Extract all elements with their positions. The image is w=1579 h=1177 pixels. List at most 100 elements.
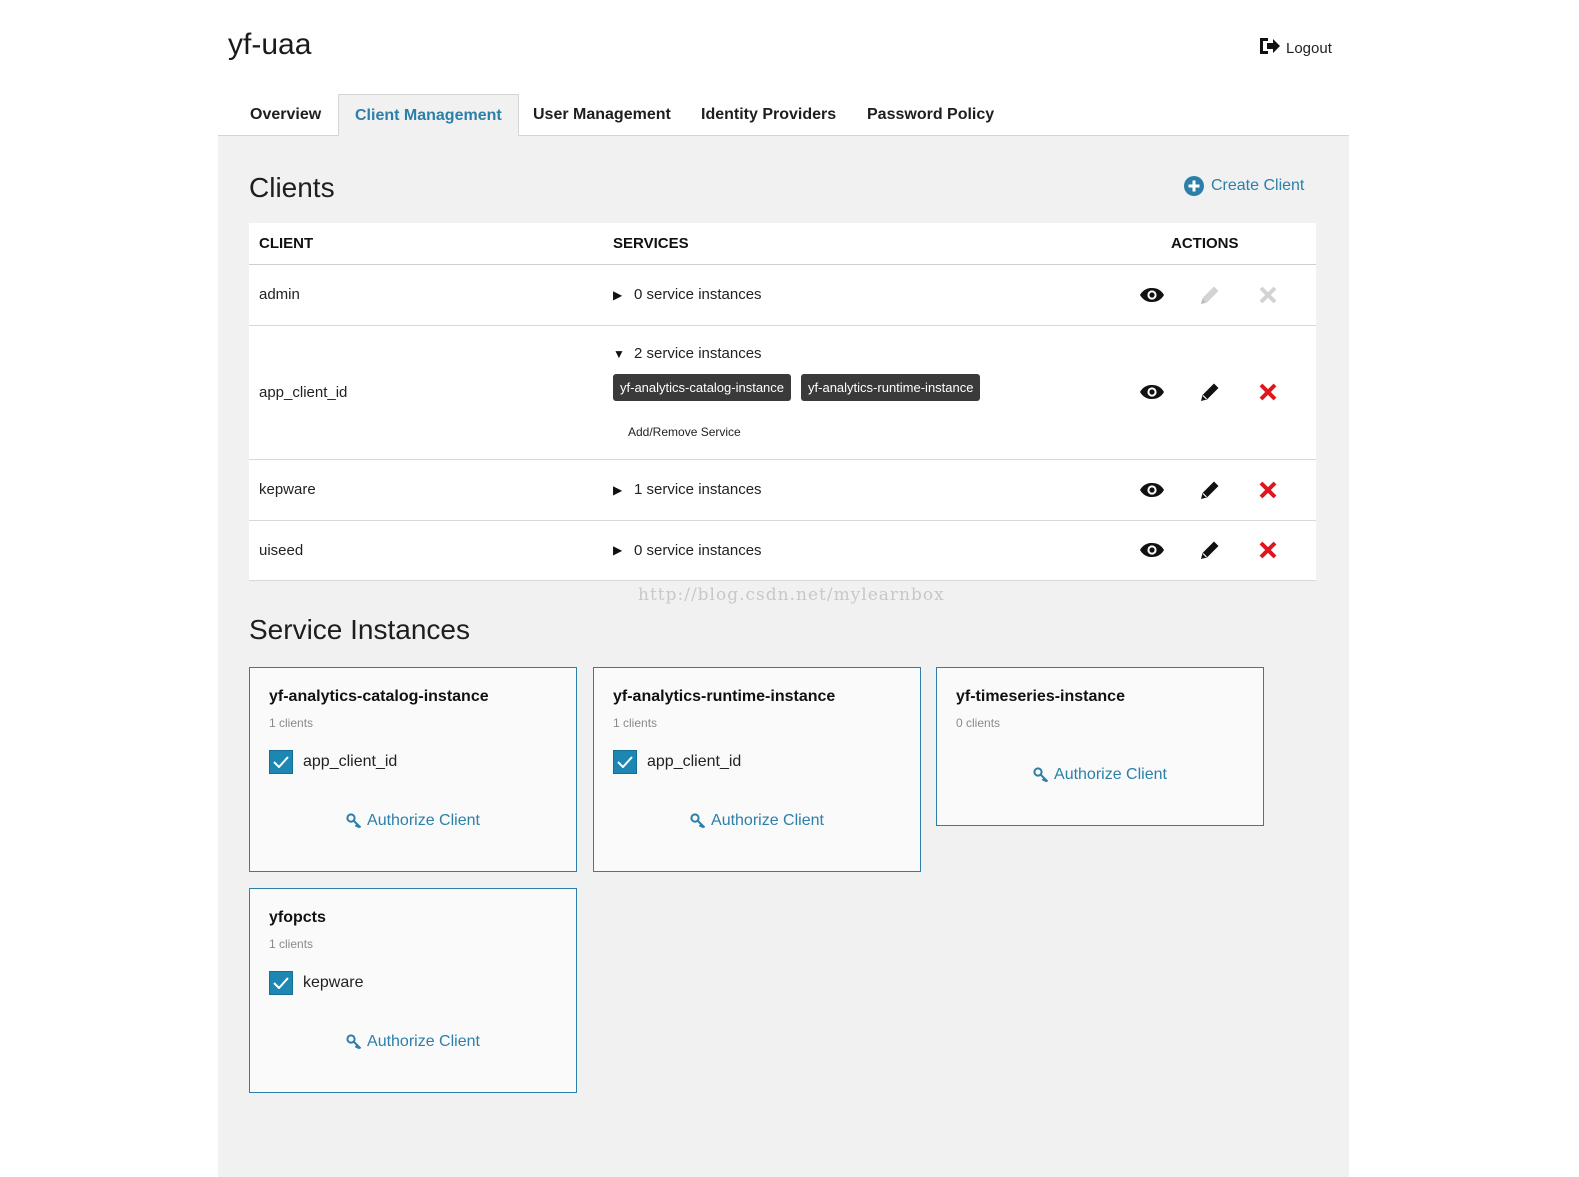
table-row: admin ▶ 0 service instances [249, 264, 1316, 326]
client-checkbox-label: kepware [303, 974, 364, 991]
authorize-client-button[interactable]: Authorize Client [269, 1033, 557, 1051]
check-icon [273, 977, 289, 989]
services-toggle[interactable]: ▶ 0 service instances [613, 286, 1103, 303]
pencil-icon [1201, 541, 1219, 559]
view-button[interactable] [1123, 482, 1181, 498]
column-header-actions: ACTIONS [1113, 223, 1316, 265]
service-instances-title: Service Instances [249, 614, 470, 645]
edit-button[interactable] [1181, 479, 1239, 501]
edit-button[interactable] [1181, 381, 1239, 403]
edit-button[interactable] [1181, 539, 1239, 561]
eye-icon [1140, 385, 1164, 399]
services-toggle[interactable]: ▶ 0 service instances [613, 542, 1103, 559]
client-checkbox[interactable] [269, 971, 293, 995]
authorize-client-button[interactable]: Authorize Client [613, 812, 901, 830]
x-icon [1259, 286, 1277, 303]
table-row: app_client_id ▼ 2 service instances yf-a… [249, 325, 1316, 460]
services-toggle[interactable]: ▼ 2 service instances [613, 345, 1103, 362]
client-checkbox[interactable] [269, 750, 293, 774]
client-checkbox-row: kepware [269, 971, 557, 995]
tab-identity-providers[interactable]: Identity Providers [701, 94, 836, 136]
tab-client-management[interactable]: Client Management [338, 94, 519, 137]
table-row: kepware ▶ 1 service instances [249, 459, 1316, 521]
service-instance-card: yf-analytics-runtime-instance 1 clients … [593, 667, 921, 872]
tab-overview[interactable]: Overview [250, 94, 321, 136]
view-button[interactable] [1123, 542, 1181, 558]
key-icon [346, 1034, 362, 1050]
x-icon [1259, 481, 1277, 498]
edit-button [1181, 284, 1239, 306]
delete-button[interactable] [1239, 383, 1297, 401]
service-tag-list: yf-analytics-catalog-instance yf-analyti… [613, 374, 1103, 401]
row-actions [1123, 539, 1306, 561]
tab-password-policy[interactable]: Password Policy [867, 94, 994, 136]
authorize-client-label: Authorize Client [367, 1033, 480, 1050]
triangle-right-icon: ▶ [613, 543, 623, 557]
services-count: 1 service instances [634, 481, 762, 498]
x-icon [1259, 541, 1277, 559]
service-instance-card: yfopcts 1 clients kepware Authorize Clie… [249, 888, 577, 1093]
check-icon [617, 756, 633, 768]
pencil-icon [1201, 481, 1219, 499]
client-checkbox-label: app_client_id [647, 753, 742, 770]
client-checkbox-row: app_client_id [269, 750, 557, 774]
clients-table: CLIENT SERVICES ACTIONS admin ▶ 0 servic… [249, 223, 1316, 581]
pencil-icon [1201, 286, 1219, 304]
services-count: 2 service instances [634, 345, 762, 362]
triangle-right-icon: ▶ [613, 482, 623, 497]
app-title: yf-uaa [228, 28, 312, 61]
service-instance-card: yf-analytics-catalog-instance 1 clients … [249, 667, 577, 872]
authorize-client-label: Authorize Client [1054, 766, 1167, 783]
delete-button[interactable] [1239, 481, 1297, 499]
instance-name: yfopcts [269, 909, 326, 926]
row-actions [1123, 381, 1306, 403]
instance-name: yf-timeseries-instance [956, 688, 1125, 705]
services-count: 0 service instances [634, 541, 762, 559]
table-header-row: CLIENT SERVICES ACTIONS [249, 223, 1316, 265]
client-count: 1 clients [269, 937, 314, 951]
pencil-icon [1201, 383, 1219, 401]
add-remove-service-link[interactable]: Add/Remove Service [628, 425, 1103, 439]
service-tag[interactable]: yf-analytics-catalog-instance [613, 374, 792, 401]
eye-icon [1140, 543, 1164, 557]
client-name: app_client_id [249, 325, 603, 460]
authorize-client-button[interactable]: Authorize Client [269, 812, 557, 830]
authorize-client-label: Authorize Client [711, 812, 824, 829]
plus-circle-icon [1184, 176, 1204, 196]
client-count: 1 clients [269, 716, 314, 730]
logout-icon [1258, 36, 1280, 60]
authorize-client-label: Authorize Client [367, 812, 480, 829]
authorize-client-button[interactable]: Authorize Client [956, 766, 1244, 784]
view-button[interactable] [1123, 287, 1181, 303]
create-client-label: Create Client [1211, 177, 1305, 194]
view-button[interactable] [1123, 384, 1181, 400]
delete-button[interactable] [1239, 541, 1297, 559]
client-count: 0 clients [956, 716, 1001, 730]
client-name: uiseed [249, 520, 603, 581]
triangle-down-icon: ▼ [613, 346, 625, 361]
tab-user-management[interactable]: User Management [533, 94, 671, 136]
client-name: admin [249, 264, 603, 326]
service-instance-card: yf-timeseries-instance 0 clients Authori… [936, 667, 1264, 826]
client-count: 1 clients [613, 716, 658, 730]
row-actions [1123, 479, 1306, 501]
check-icon [273, 756, 289, 768]
client-checkbox[interactable] [613, 750, 637, 774]
client-name: kepware [249, 459, 603, 521]
watermark: http://blog.csdn.net/mylearnbox [638, 585, 945, 605]
row-actions [1123, 284, 1306, 306]
x-icon [1259, 383, 1277, 401]
key-icon [690, 813, 706, 829]
column-header-client: CLIENT [249, 223, 603, 265]
key-icon [1033, 767, 1049, 783]
triangle-right-icon: ▶ [613, 287, 623, 302]
services-toggle[interactable]: ▶ 1 service instances [613, 481, 1103, 498]
clients-title: Clients [249, 172, 335, 203]
service-tag[interactable]: yf-analytics-runtime-instance [801, 374, 981, 401]
client-checkbox-row: app_client_id [613, 750, 901, 774]
create-client-button[interactable]: Create Client [1184, 176, 1304, 196]
key-icon [346, 813, 362, 829]
eye-icon [1140, 482, 1164, 497]
delete-button [1239, 286, 1297, 304]
logout-button[interactable]: Logout [1258, 36, 1332, 60]
